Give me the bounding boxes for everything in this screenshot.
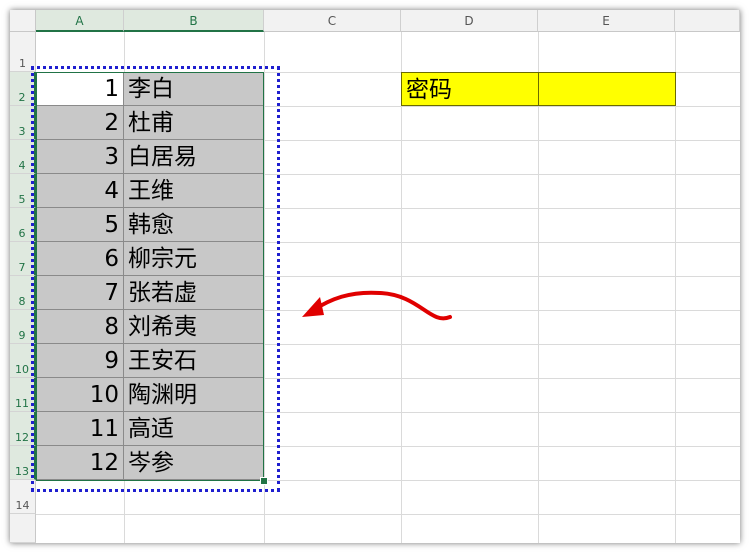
column-header-f[interactable] <box>675 10 740 32</box>
cell-b4[interactable]: 白居易 <box>124 140 264 174</box>
column-header-a[interactable]: A <box>36 10 124 32</box>
row-header-5[interactable]: 5 <box>10 174 36 208</box>
cell-b9[interactable]: 刘希夷 <box>124 310 264 344</box>
row-header-7[interactable]: 7 <box>10 242 36 276</box>
cell-a11[interactable]: 10 <box>36 378 124 412</box>
row-header-2[interactable]: 2 <box>10 72 36 106</box>
cell-a9[interactable]: 8 <box>36 310 124 344</box>
row-header-6[interactable]: 6 <box>10 208 36 242</box>
gridline <box>264 32 265 543</box>
cell-e2-password-value[interactable] <box>538 72 676 106</box>
cell-a8[interactable]: 7 <box>36 276 124 310</box>
row-header-14[interactable]: 14 <box>10 480 36 514</box>
cell-a7[interactable]: 6 <box>36 242 124 276</box>
cell-b13[interactable]: 岑参 <box>124 446 264 480</box>
row-header-3[interactable]: 3 <box>10 106 36 140</box>
row-header-8[interactable]: 8 <box>10 276 36 310</box>
row-header-12[interactable]: 12 <box>10 412 36 446</box>
row-header-15[interactable] <box>10 514 36 543</box>
gridline <box>36 480 740 481</box>
cell-a5[interactable]: 4 <box>36 174 124 208</box>
row-header-4[interactable]: 4 <box>10 140 36 174</box>
gridline <box>675 32 676 543</box>
row-header-10[interactable]: 10 <box>10 344 36 378</box>
cell-b8[interactable]: 张若虚 <box>124 276 264 310</box>
cell-d2-password-label[interactable]: 密码 <box>401 72 539 106</box>
cell-b6[interactable]: 韩愈 <box>124 208 264 242</box>
gridline <box>538 32 539 543</box>
gridline <box>36 514 740 515</box>
cell-a3[interactable]: 2 <box>36 106 124 140</box>
cell-b12[interactable]: 高适 <box>124 412 264 446</box>
cell-b2[interactable]: 李白 <box>124 72 264 106</box>
cell-b10[interactable]: 王安石 <box>124 344 264 378</box>
fill-handle[interactable] <box>260 477 268 485</box>
column-header-c[interactable]: C <box>264 10 401 32</box>
row-header-11[interactable]: 11 <box>10 378 36 412</box>
cell-a10[interactable]: 9 <box>36 344 124 378</box>
red-curved-arrow-icon <box>302 290 452 321</box>
screenshot-frame: A B C D E 1 2 3 4 5 6 7 8 9 10 11 12 13 … <box>10 10 740 543</box>
cell-b5[interactable]: 王维 <box>124 174 264 208</box>
column-header-d[interactable]: D <box>401 10 538 32</box>
row-header-13[interactable]: 13 <box>10 446 36 480</box>
cell-a2[interactable]: 1 <box>36 72 124 106</box>
cell-a12[interactable]: 11 <box>36 412 124 446</box>
row-header-1[interactable]: 1 <box>10 32 36 72</box>
cell-a6[interactable]: 5 <box>36 208 124 242</box>
cell-b7[interactable]: 柳宗元 <box>124 242 264 276</box>
column-header-b[interactable]: B <box>124 10 264 32</box>
cell-a13[interactable]: 12 <box>36 446 124 480</box>
cell-b3[interactable]: 杜甫 <box>124 106 264 140</box>
spreadsheet-grid[interactable]: A B C D E 1 2 3 4 5 6 7 8 9 10 11 12 13 … <box>10 10 740 543</box>
row-header-9[interactable]: 9 <box>10 310 36 344</box>
cell-a4[interactable]: 3 <box>36 140 124 174</box>
cell-b11[interactable]: 陶渊明 <box>124 378 264 412</box>
select-all-corner[interactable] <box>10 10 36 32</box>
column-header-e[interactable]: E <box>538 10 675 32</box>
